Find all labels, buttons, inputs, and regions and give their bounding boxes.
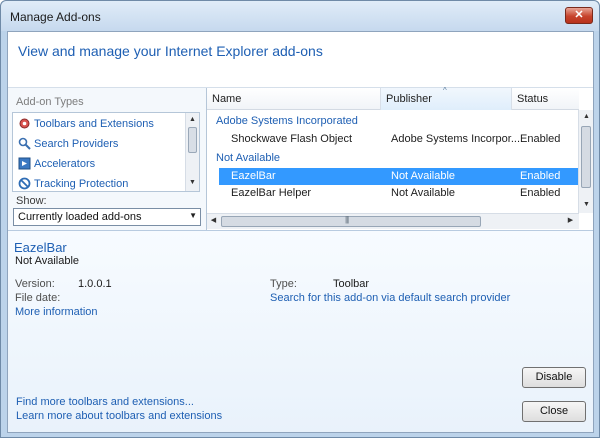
grip-icon: ||| [345,215,349,224]
type-item-label: Accelerators [34,158,96,170]
scroll-thumb[interactable] [188,127,197,153]
scroll-thumb[interactable]: ||| [221,215,481,227]
table-row[interactable]: Shockwave Flash Object Adobe Systems Inc… [219,131,579,148]
table-header: Name Publisher ^ Status [207,86,579,110]
cell-status: Enabled [520,170,561,182]
scroll-left-icon[interactable]: ◀ [208,215,219,227]
group-header: Adobe Systems Incorporated [216,115,358,127]
scroll-thumb[interactable] [581,126,591,188]
scroll-right-icon[interactable]: ▶ [565,215,576,227]
table-vertical-scrollbar[interactable]: ▲ ▼ [578,110,593,213]
type-item-accelerators[interactable]: Accelerators [14,154,186,174]
type-item-label: Tracking Protection [34,178,129,190]
type-item-label: Search Providers [34,138,119,150]
cell-publisher: Adobe Systems Incorpor... [391,133,521,145]
cell-name: Shockwave Flash Object [231,133,353,145]
show-label: Show: [16,195,47,207]
header-text: View and manage your Internet Explorer a… [18,43,323,59]
column-header-name[interactable]: Name [207,88,381,110]
sort-ascending-icon: ^ [443,86,447,95]
show-dropdown-value: Currently loaded add-ons [18,211,142,223]
header-banner: View and manage your Internet Explorer a… [8,32,593,88]
search-addon-link[interactable]: Search for this add-on via default searc… [270,292,510,304]
scroll-up-icon[interactable]: ▲ [187,114,198,126]
group-header: Not Available [216,152,281,164]
dialog-body: View and manage your Internet Explorer a… [7,31,594,433]
cell-status: Enabled [520,133,561,145]
no-entry-icon [18,177,31,190]
table-row-selected[interactable]: EazelBar Not Available Enabled [219,168,579,185]
type-item-label: Toolbars and Extensions [34,118,154,130]
type-value: Toolbar [333,278,370,290]
type-label: Type: [270,278,297,290]
column-header-publisher[interactable]: Publisher ^ [381,86,512,110]
window-title: Manage Add-ons [10,10,101,24]
find-more-link[interactable]: Find more toolbars and extensions... [16,396,194,408]
cell-publisher: Not Available [391,187,456,199]
show-dropdown[interactable]: Currently loaded add-ons ▼ [13,208,201,226]
accelerator-icon [18,157,31,170]
disable-button[interactable]: Disable [522,367,586,388]
addon-types-label: Add-on Types [16,96,84,108]
type-item-search-providers[interactable]: Search Providers [14,134,186,154]
table-horizontal-scrollbar[interactable]: ◀ ||| ▶ [207,213,579,229]
file-date-label: File date: [15,292,61,304]
cell-name: EazelBar Helper [231,187,312,199]
cell-publisher: Not Available [391,170,456,182]
type-item-toolbars[interactable]: Toolbars and Extensions [14,114,186,134]
addon-types-panel: Add-on Types Toolbars and Extensions Sea… [8,88,205,230]
version-label: Version: [15,278,55,290]
details-pane: EazelBar Not Available Version: 1.0.0.1 … [8,230,593,432]
manage-addons-window: Manage Add-ons ✕ View and manage your In… [0,0,600,438]
table-row[interactable]: EazelBar Helper Not Available Enabled [219,185,579,202]
addons-table: Name Publisher ^ Status Adobe Systems In… [206,86,593,230]
learn-more-link[interactable]: Learn more about toolbars and extensions [16,410,222,422]
types-scrollbar[interactable]: ▲ ▼ [185,113,199,191]
chevron-down-icon: ▼ [189,211,197,220]
search-icon [18,137,31,150]
title-bar[interactable]: Manage Add-ons ✕ [1,1,599,31]
gear-icon [19,118,30,129]
addon-types-list: Toolbars and Extensions Search Providers… [12,112,200,192]
scroll-down-icon[interactable]: ▼ [187,177,198,189]
cell-status: Enabled [520,187,561,199]
scroll-down-icon[interactable]: ▼ [581,199,592,211]
window-close-button[interactable]: ✕ [565,7,593,24]
type-item-tracking-protection[interactable]: Tracking Protection [14,174,186,194]
close-button[interactable]: Close [522,401,586,422]
more-information-link[interactable]: More information [15,306,98,318]
cell-name: EazelBar [231,170,276,182]
version-value: 1.0.0.1 [78,278,112,290]
column-header-status[interactable]: Status [512,88,579,110]
selected-addon-name: EazelBar [14,240,67,255]
selected-addon-publisher: Not Available [15,255,80,267]
scroll-up-icon[interactable]: ▲ [581,111,592,123]
